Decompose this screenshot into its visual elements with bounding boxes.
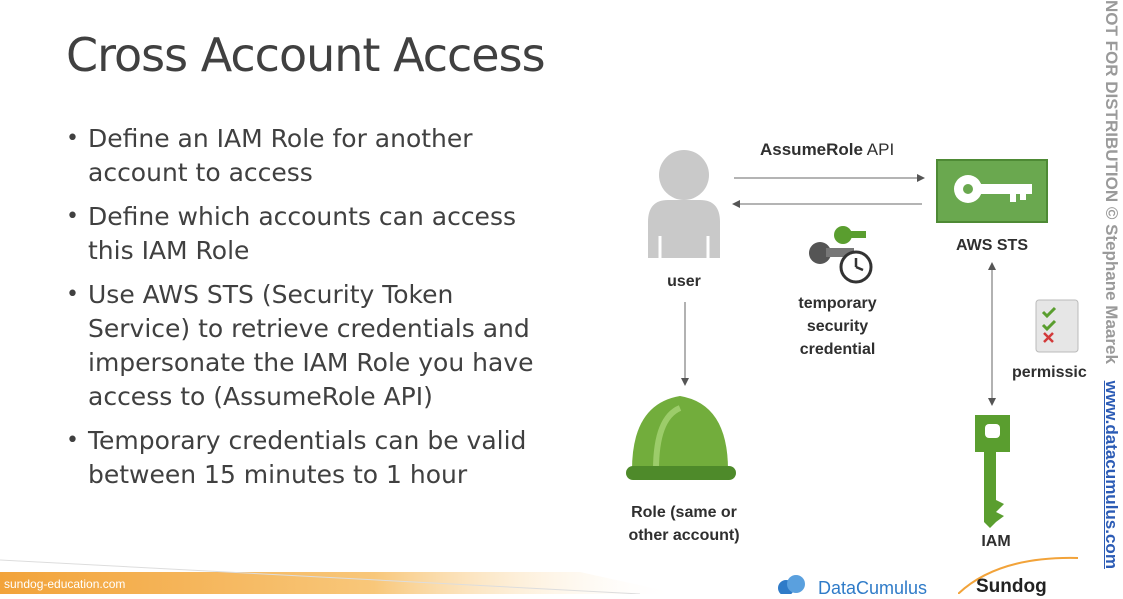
- iam-key-icon: [975, 415, 1010, 528]
- assume-role-arrow: [734, 174, 925, 182]
- sundog-logo: Sundog: [958, 556, 1098, 597]
- iam-label: IAM: [981, 533, 1011, 550]
- assume-role-api-label: AssumeRole API: [760, 140, 895, 159]
- datacumulus-logo: DataCumulus: [776, 572, 946, 598]
- aws-sts-label: AWS STS: [955, 237, 1028, 254]
- footer-url[interactable]: sundog-education.com: [4, 577, 125, 591]
- slide-title: Cross Account Access: [66, 28, 546, 82]
- role-hardhat-icon: [626, 396, 736, 480]
- bullet-item: Use AWS STS (Security Token Service) to …: [64, 278, 534, 414]
- sts-iam-arrow: [988, 262, 996, 406]
- permissions-label: permissic: [1012, 364, 1087, 381]
- bullet-item: Define an IAM Role for another account t…: [64, 122, 534, 190]
- temporary-credential-icon: [809, 226, 873, 284]
- credential-return-arrow: [732, 200, 922, 208]
- bullet-item: Temporary credentials can be valid betwe…: [64, 424, 534, 492]
- cloud-icon: [778, 575, 805, 594]
- watermark-strip: NOT FOR DISTRIBUTION © Stephane Maarek w…: [1100, 0, 1122, 594]
- sts-key-icon: [936, 159, 1048, 223]
- user-role-arrow: [681, 302, 689, 386]
- temporary-credential-label: temporary security credential: [798, 295, 877, 358]
- bullet-item: Define which accounts can access this IA…: [64, 200, 534, 268]
- watermark-text: NOT FOR DISTRIBUTION © Stephane Maarek: [1102, 0, 1121, 364]
- bullet-list: Define an IAM Role for another account t…: [64, 122, 534, 502]
- user-icon: [648, 150, 720, 258]
- role-label: Role (same or other account): [628, 504, 740, 544]
- user-label: user: [667, 273, 701, 290]
- watermark-url[interactable]: www.datacumulus.com: [1102, 381, 1121, 569]
- permissions-checklist-icon: [1035, 299, 1079, 353]
